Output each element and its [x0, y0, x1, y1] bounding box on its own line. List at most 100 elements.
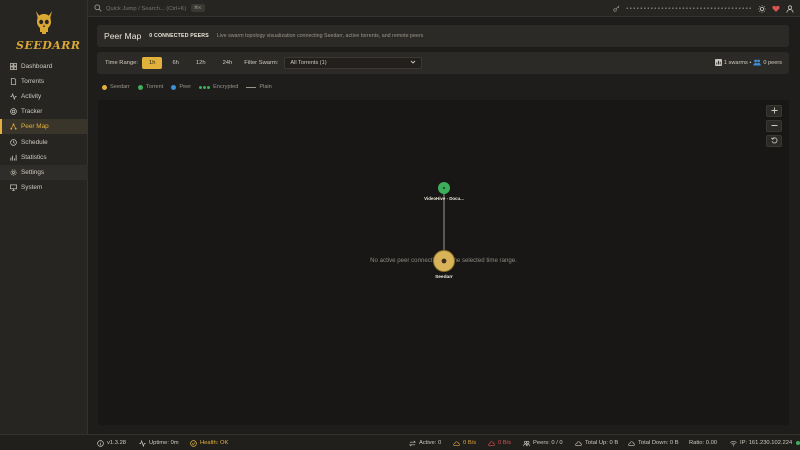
total-down-text: Total Down: 0 B	[638, 440, 679, 446]
heart-icon[interactable]	[771, 4, 780, 13]
uptime-text: Uptime: 0m	[149, 440, 179, 446]
top-right-controls: ••••••••••••••••••••••••••••••••••••	[612, 3, 794, 14]
sidebar: SEEDARR Dashboard Torrents Activity Trac…	[0, 0, 88, 434]
quick-jump-search-input[interactable]	[106, 3, 196, 14]
peers-count: 0 peers	[763, 60, 782, 66]
status-ip: IP: 161.230.102.224	[730, 438, 800, 448]
reset-view-button[interactable]	[766, 135, 782, 147]
sidebar-item-label: Schedule	[21, 138, 48, 146]
status-ratio: Ratio: 0.00	[689, 438, 717, 448]
cloud-down-icon	[628, 440, 635, 446]
gear-icon	[9, 168, 17, 176]
online-indicator	[796, 441, 800, 445]
legend-label: Seedarr	[110, 84, 130, 90]
page-header: Peer Map 0 CONNECTED PEERS Live swarm to…	[97, 25, 789, 47]
peer-dot-icon	[171, 84, 177, 90]
status-download-speed: 0 B/s	[488, 438, 511, 448]
health-check-icon	[190, 439, 197, 447]
filter-bar: Time Range: 1h 6h 12h 24h Filter Swarm: …	[97, 52, 789, 74]
time-range-6h-button[interactable]: 6h	[165, 57, 185, 69]
time-range-1h-button[interactable]: 1h	[141, 57, 163, 69]
sidebar-item-label: System	[21, 183, 43, 191]
skull-logo-icon	[36, 11, 52, 34]
sidebar-item-activity[interactable]: Activity	[0, 89, 88, 104]
active-text: Active: 0	[419, 440, 442, 446]
api-key-masked: ••••••••••••••••••••••••••••••••••••	[625, 5, 752, 12]
sidebar-item-schedule[interactable]: Schedule	[0, 134, 88, 149]
total-up-text: Total Up: 0 B	[585, 440, 619, 446]
grid-icon	[9, 63, 17, 71]
sidebar-item-label: Peer Map	[21, 123, 49, 131]
user-icon[interactable]	[785, 4, 794, 13]
chart-icon	[9, 153, 17, 161]
status-health: Health: OK	[190, 438, 228, 448]
sidebar-item-tracker[interactable]: Tracker	[0, 104, 88, 119]
map-legend: Seedarr Torrent Peer Encrypted Plain	[102, 82, 280, 92]
transfer-icon	[409, 440, 416, 446]
ratio-text: Ratio: 0.00	[689, 440, 718, 446]
monitor-icon	[9, 183, 17, 191]
sidebar-item-peer-map[interactable]: Peer Map	[0, 119, 88, 135]
app-logo[interactable]: SEEDARR	[16, 8, 80, 54]
status-upload-speed: 0 B/s	[453, 438, 476, 448]
wifi-icon	[730, 440, 737, 446]
sun-icon[interactable]	[757, 4, 766, 13]
zoom-out-button[interactable]	[766, 120, 782, 132]
time-range-24h-button[interactable]: 24h	[216, 57, 240, 69]
sidebar-item-dashboard[interactable]: Dashboard	[0, 59, 88, 74]
users-icon	[753, 59, 762, 68]
torrent-node[interactable]	[438, 182, 450, 194]
swarm-filter-value: All Torrents (1)	[290, 60, 327, 66]
torrent-node-label: VideoHive - Docu...	[424, 196, 464, 201]
legend-label: Peer	[179, 84, 192, 90]
encrypted-line-icon	[199, 85, 211, 89]
time-range-12h-button[interactable]: 12h	[189, 57, 213, 69]
network-icon	[9, 123, 17, 131]
legend-seedarr: Seedarr	[102, 84, 130, 90]
top-bar: ⌘K ••••••••••••••••••••••••••••••••••••	[88, 0, 800, 17]
upload-cloud-icon	[453, 440, 460, 446]
zoom-in-button[interactable]	[766, 105, 782, 117]
plain-line-icon	[246, 86, 257, 88]
sidebar-item-torrents[interactable]: Torrents	[0, 74, 88, 89]
sidebar-item-label: Settings	[21, 168, 45, 176]
status-peers: Peers: 0 / 0	[523, 438, 563, 448]
swarms-count: 1 swarms •	[723, 60, 752, 66]
version-text: v1.3.28	[107, 440, 127, 446]
sidebar-item-settings[interactable]: Settings	[0, 164, 88, 180]
sidebar-item-label: Activity	[21, 93, 42, 101]
plus-icon	[771, 107, 778, 116]
health-text: Health: OK	[200, 440, 229, 446]
peer-map-canvas[interactable]: No active peer connections in the select…	[98, 100, 789, 425]
status-active: Active: 0	[409, 438, 441, 448]
ip-text: IP: 161.230.102.224	[740, 440, 793, 446]
sidebar-nav: Dashboard Torrents Activity Tracker Peer…	[0, 59, 88, 195]
page-description: Live swarm topology visualization connec…	[216, 33, 424, 39]
file-icon	[9, 78, 17, 86]
info-icon	[97, 439, 104, 447]
legend-peer: Peer	[171, 84, 191, 90]
sidebar-item-system[interactable]: System	[0, 180, 88, 195]
time-range-label: Time Range:	[105, 60, 138, 66]
minus-icon	[771, 122, 778, 131]
peers-text: Peers: 0 / 0	[533, 440, 563, 446]
seedarr-dot-icon	[102, 84, 107, 90]
status-total-down: Total Down: 0 B	[628, 438, 679, 448]
seedarr-node-label: Seedarr	[435, 275, 453, 280]
legend-label: Torrent	[145, 84, 164, 90]
download-speed-text: 0 B/s	[498, 440, 512, 446]
reset-icon	[770, 136, 778, 146]
swarm-filter-select[interactable]: All Torrents (1)	[284, 57, 423, 69]
chevron-down-icon	[410, 59, 416, 67]
swarm-stats: 1 swarms • 0 peers	[714, 57, 782, 69]
pulse-icon	[139, 439, 146, 447]
status-version: v1.3.28	[97, 438, 126, 448]
legend-label: Plain	[259, 84, 272, 90]
status-uptime: Uptime: 0m	[139, 438, 179, 448]
legend-plain: Plain	[246, 84, 272, 90]
legend-torrent: Torrent	[137, 84, 164, 90]
status-bar: v1.3.28 Uptime: 0m Health: OK Active: 0 …	[0, 434, 800, 450]
torrent-dot-icon	[137, 84, 143, 90]
sidebar-item-statistics[interactable]: Statistics	[0, 150, 88, 165]
key-icon[interactable]	[612, 4, 621, 13]
